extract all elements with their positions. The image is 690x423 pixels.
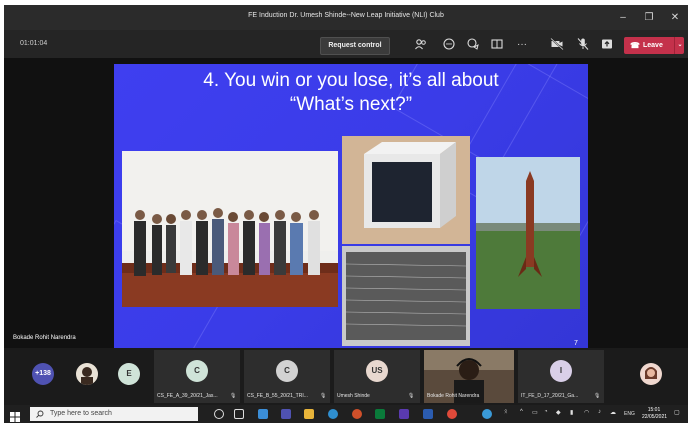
- firefox-icon[interactable]: [352, 409, 362, 419]
- word-icon[interactable]: [423, 409, 433, 419]
- notifications-icon[interactable]: ▢: [674, 409, 680, 416]
- wifi-icon[interactable]: ◠: [584, 409, 589, 416]
- camera-off-icon[interactable]: [549, 37, 565, 53]
- mic-muted-icon: 🎙: [594, 393, 601, 399]
- windows-start-icon[interactable]: [10, 409, 20, 422]
- participant-avatar: C: [276, 360, 298, 382]
- presenter-name-label: Bokade Rohit Narendra: [13, 335, 76, 341]
- taskbar-search-box[interactable]: Type here to search: [30, 407, 198, 421]
- teams-active-icon[interactable]: [399, 409, 409, 419]
- maximize-button[interactable]: ❐: [636, 5, 662, 30]
- volume-icon[interactable]: ♪: [598, 409, 601, 415]
- participant-name: IT_FE_D_17_20/21_Ga...: [521, 393, 579, 399]
- app-icon[interactable]: [482, 409, 492, 419]
- participant-name: Bokade Rohit Narendra: [427, 393, 480, 399]
- meeting-timer: 01:01:04: [20, 40, 48, 47]
- search-icon: [36, 410, 44, 418]
- slide-page-number: 7: [574, 340, 578, 347]
- search-placeholder: Type here to search: [50, 410, 112, 417]
- participant-tile[interactable]: C CS_FE_B_55_20/21_TRI... 🎙: [244, 350, 330, 403]
- mic-muted-icon: 🎙: [408, 393, 415, 399]
- language-indicator[interactable]: ENG: [624, 411, 635, 417]
- participant-avatar[interactable]: E: [118, 363, 140, 385]
- solar-panel-photo: [342, 246, 470, 346]
- presentation-slide: 4. You win or you lose, it’s all about “…: [114, 64, 588, 349]
- people-icon[interactable]: ᛟ: [504, 409, 508, 415]
- cubesat-photo: [342, 136, 470, 244]
- chat-icon[interactable]: [441, 37, 457, 53]
- shared-screen-stage: 4. You win or you lose, it’s all about “…: [4, 58, 688, 349]
- teams-meeting-window: FE Induction Dr. Umesh Shinde--New Leap …: [4, 5, 688, 423]
- minimize-button[interactable]: –: [610, 5, 636, 30]
- participant-avatar: US: [366, 360, 388, 382]
- share-screen-icon[interactable]: [599, 37, 615, 53]
- rocket-photo: [476, 157, 580, 309]
- phone-hangup-icon: ☎: [630, 41, 640, 50]
- cortana-icon[interactable]: [214, 409, 224, 419]
- teams-app-icon[interactable]: [281, 409, 291, 419]
- mic-off-icon[interactable]: [575, 37, 591, 53]
- battery-icon[interactable]: ▭: [532, 409, 538, 416]
- participant-tile[interactable]: I IT_FE_D_17_20/21_Ga... 🎙: [518, 350, 604, 403]
- participants-icon[interactable]: [413, 37, 429, 53]
- mic-muted-icon: 🎙: [320, 393, 327, 399]
- participant-avatar-photo[interactable]: [640, 363, 662, 385]
- more-actions-button[interactable]: ···: [514, 37, 530, 53]
- meeting-toolbar: 01:01:04 Request control ··· ☎ Leave ⌄: [4, 30, 688, 58]
- edge-browser-icon[interactable]: [328, 409, 338, 419]
- excel-icon[interactable]: [375, 409, 385, 419]
- mic-muted-icon: 🎙: [230, 393, 237, 399]
- participant-avatar: I: [550, 360, 572, 382]
- participant-tile[interactable]: C CS_FE_A_39_20/21_Jas... 🎙: [154, 350, 240, 403]
- chrome-icon[interactable]: [447, 409, 457, 419]
- defender-icon[interactable]: ◆: [556, 409, 561, 416]
- clock-time: 15:01: [647, 407, 661, 413]
- window-title: FE Induction Dr. Umesh Shinde--New Leap …: [248, 12, 444, 19]
- group-photo: [122, 151, 338, 307]
- participant-name: Umesh Shinde: [337, 393, 370, 399]
- request-control-button[interactable]: Request control: [320, 37, 390, 55]
- participant-avatar: C: [186, 360, 208, 382]
- participant-video-tile[interactable]: Bokade Rohit Narendra: [424, 350, 514, 403]
- taskbar-clock[interactable]: 15:01 22/05/2021: [642, 407, 668, 421]
- close-button[interactable]: ✕: [662, 5, 688, 30]
- title-bar: FE Induction Dr. Umesh Shinde--New Leap …: [4, 5, 688, 30]
- slide-title-line2: “What’s next?”: [289, 94, 413, 115]
- participant-tile[interactable]: US Umesh Shinde 🎙: [334, 350, 420, 403]
- network-icon[interactable]: ◔: [544, 409, 548, 415]
- reactions-icon[interactable]: [465, 37, 481, 53]
- usb-icon[interactable]: ▮: [570, 409, 573, 416]
- clock-date: 22/05/2021: [642, 414, 668, 420]
- leave-options-chevron-icon[interactable]: ⌄: [674, 37, 685, 54]
- participant-name: CS_FE_B_55_20/21_TRI...: [247, 393, 308, 399]
- rooms-icon[interactable]: [489, 37, 505, 53]
- participant-strip: +138 E C CS_FE_A_39_20/21_Jas... 🎙 C CS_…: [4, 348, 688, 405]
- mail-app-icon[interactable]: [258, 409, 268, 419]
- participant-avatar-photo[interactable]: [76, 363, 98, 385]
- windows-taskbar: Type here to search ᛟ ^ ▭ ◔ ◆ ▮ ◠ ♪ ☁ EN…: [4, 405, 688, 423]
- onedrive-icon[interactable]: ☁: [610, 409, 616, 416]
- task-view-icon[interactable]: [234, 409, 244, 419]
- file-explorer-icon[interactable]: [304, 409, 314, 419]
- tray-chevron-icon[interactable]: ^: [520, 409, 523, 415]
- overflow-participants-badge[interactable]: +138: [32, 363, 54, 385]
- slide-title-line1: 4. You win or you lose, it’s all about: [203, 70, 499, 91]
- leave-button[interactable]: ☎ Leave ⌄: [624, 37, 684, 54]
- participant-name: CS_FE_A_39_20/21_Jas...: [157, 393, 218, 399]
